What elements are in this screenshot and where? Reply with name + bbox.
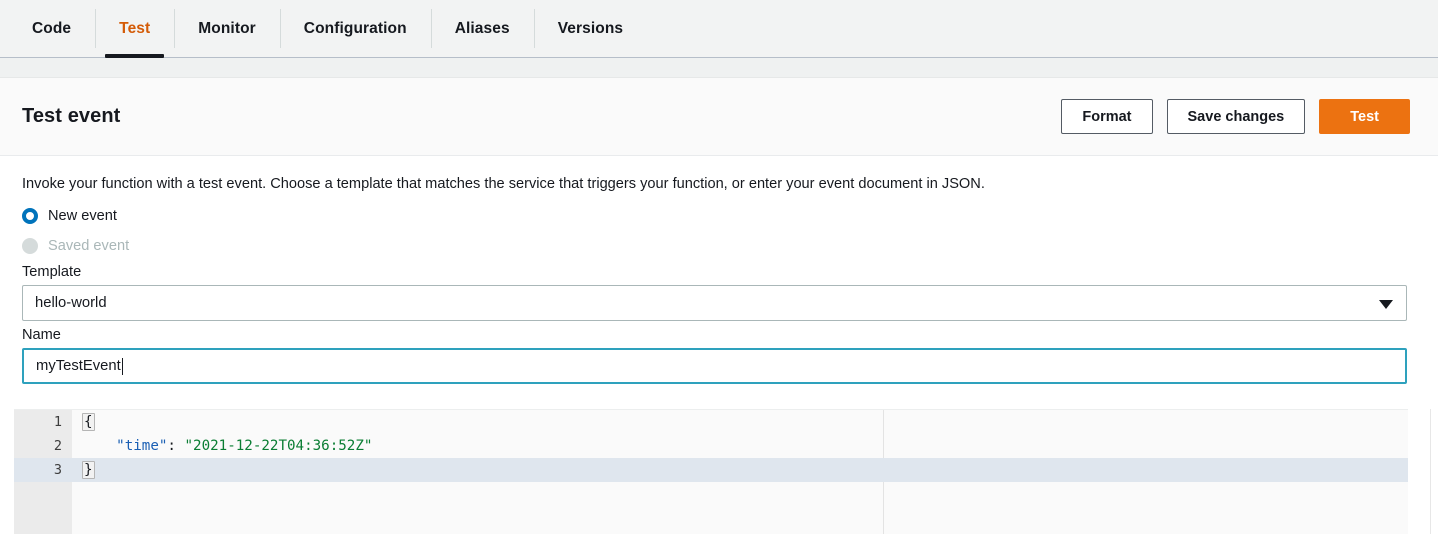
tab-test[interactable]: Test [95, 0, 174, 58]
line-number: 3 [53, 462, 62, 478]
close-brace-token: } [82, 461, 95, 479]
json-string-token: "2021-12-22T04:36:52Z" [184, 438, 373, 454]
event-name-value: myTestEvent [36, 358, 121, 374]
radio-option-new-event[interactable]: New event [22, 204, 1416, 228]
function-tab-bar: Code Test Monitor Configuration Aliases … [0, 0, 1438, 58]
editor-line-1[interactable]: 1 { [14, 410, 1408, 434]
panel-header: Test event Format Save changes Test [0, 78, 1438, 156]
name-label: Name [22, 327, 61, 343]
tab-label: Test [119, 19, 151, 37]
event-name-input[interactable]: myTestEvent [22, 348, 1407, 384]
json-colon-token: : [167, 438, 185, 454]
radio-saved-event-label: Saved event [48, 238, 130, 254]
radio-new-event-indicator[interactable] [22, 208, 38, 224]
tab-label: Configuration [303, 19, 407, 37]
tab-label: Code [32, 19, 72, 37]
json-editor[interactable]: 1 { 2 "time": "2021-12-22T04:36:52Z" 3 } [14, 409, 1408, 534]
format-button[interactable]: Format [1061, 99, 1153, 134]
editor-line-3[interactable]: 3 } [14, 458, 1408, 482]
editor-line-2[interactable]: 2 "time": "2021-12-22T04:36:52Z" [14, 434, 1408, 458]
tab-monitor[interactable]: Monitor [174, 0, 280, 57]
tab-bar-spacer [0, 58, 1438, 78]
editor-right-edge [1430, 409, 1438, 534]
radio-option-saved-event: Saved event [22, 234, 1416, 258]
json-key-token: "time" [116, 438, 168, 454]
line-number: 1 [53, 414, 62, 430]
save-changes-button[interactable]: Save changes [1166, 99, 1306, 134]
radio-saved-event-indicator [22, 238, 38, 254]
template-select[interactable]: hello-world [22, 285, 1407, 321]
lambda-test-event-page: Code Test Monitor Configuration Aliases … [0, 0, 1438, 534]
tab-label: Versions [557, 19, 624, 37]
template-label: Template [22, 264, 82, 280]
text-cursor [121, 357, 123, 375]
tab-aliases[interactable]: Aliases [430, 0, 534, 57]
intro-text: Invoke your function with a test event. … [22, 176, 985, 192]
template-select-value[interactable]: hello-world [22, 285, 1407, 321]
tab-versions[interactable]: Versions [533, 0, 647, 57]
tab-code[interactable]: Code [8, 0, 95, 57]
header-actions: Format Save changes Test [1061, 99, 1410, 134]
tab-configuration[interactable]: Configuration [279, 0, 431, 57]
line-number: 2 [53, 438, 62, 454]
tab-label: Monitor [198, 19, 256, 37]
page-title: Test event [22, 105, 121, 127]
test-button[interactable]: Test [1319, 99, 1410, 134]
tab-label: Aliases [454, 19, 510, 37]
radio-new-event-label: New event [48, 208, 117, 224]
open-brace-token: { [82, 413, 95, 431]
